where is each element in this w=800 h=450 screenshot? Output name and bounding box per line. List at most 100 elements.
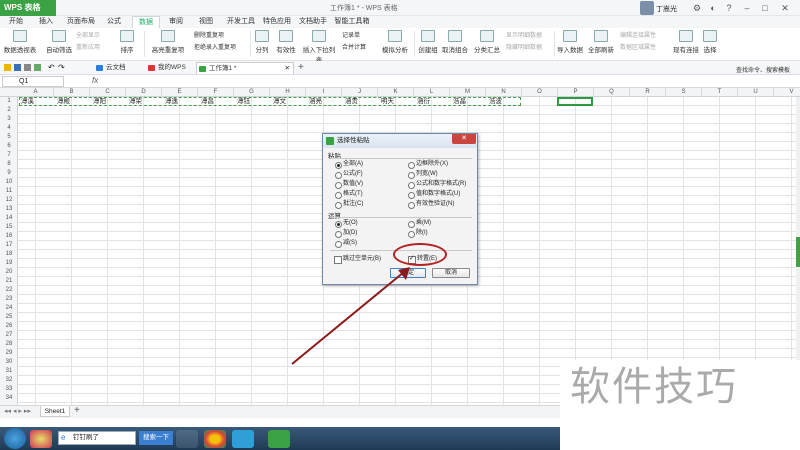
save-icon[interactable] — [14, 64, 21, 71]
row-header[interactable]: 34 — [0, 394, 18, 403]
column-header[interactable]: I — [306, 88, 342, 97]
row-header[interactable]: 25 — [0, 313, 18, 322]
row-header[interactable]: 9 — [0, 169, 18, 178]
tab-insert[interactable]: 插入 — [34, 16, 58, 28]
row-header[interactable]: 13 — [0, 205, 18, 214]
column-header[interactable]: S — [666, 88, 702, 97]
row-header[interactable]: 31 — [0, 367, 18, 376]
active-cell-q1[interactable] — [557, 97, 593, 106]
undo-icon[interactable]: ↶ — [48, 63, 55, 72]
existing-connections-button[interactable]: 现有连接 — [672, 30, 700, 58]
insert-dropdown-button[interactable]: 插入下拉列表 — [300, 30, 338, 64]
row-header[interactable]: 20 — [0, 268, 18, 277]
column-header[interactable]: Q — [594, 88, 630, 97]
chrome-like-icon[interactable] — [30, 430, 52, 448]
ungroup-button[interactable]: 取消组合 — [440, 30, 470, 58]
fx-icon[interactable]: fx — [92, 76, 98, 85]
tab-home[interactable]: 开始 — [4, 16, 28, 28]
row-header[interactable]: 24 — [0, 304, 18, 313]
row-header[interactable]: 26 — [0, 322, 18, 331]
row-header[interactable]: 10 — [0, 178, 18, 187]
column-header[interactable]: G — [234, 88, 270, 97]
column-header[interactable]: K — [378, 88, 414, 97]
wps-app-menu-button[interactable]: WPS 表格 — [0, 0, 56, 16]
column-header[interactable]: M — [450, 88, 486, 97]
column-header[interactable]: O — [522, 88, 558, 97]
column-header[interactable]: C — [90, 88, 126, 97]
tab-workbook[interactable]: 工作簿1 * ✕ — [196, 62, 294, 74]
skin-icon[interactable]: ◐ — [708, 3, 718, 13]
column-header[interactable]: F — [198, 88, 234, 97]
record-form-button[interactable]: 记录单 — [342, 32, 360, 41]
operation-multiply-radio[interactable]: 乘(M) — [407, 219, 431, 228]
row-header[interactable]: 14 — [0, 214, 18, 223]
remove-duplicates-button[interactable]: 删除重复项 — [194, 32, 224, 41]
subtotal-button[interactable]: 分类汇总 — [472, 30, 502, 58]
row-header[interactable]: 11 — [0, 187, 18, 196]
what-if-analysis-button[interactable]: 模拟分析 — [378, 30, 412, 58]
edit-link-properties-button[interactable]: 编辑连接属性 — [620, 32, 656, 41]
row-header[interactable]: 15 — [0, 223, 18, 232]
autofilter-button[interactable]: 自动筛选 — [44, 30, 74, 58]
hide-detail-button[interactable]: 隐藏明细数据 — [506, 44, 542, 53]
row-header[interactable]: 4 — [0, 124, 18, 133]
row-header[interactable]: 28 — [0, 340, 18, 349]
paste-no-border-radio[interactable]: 边框除外(X) — [407, 160, 448, 169]
avatar[interactable] — [640, 1, 654, 15]
tab-doc-assistant[interactable]: 文档助手 — [296, 16, 330, 28]
operation-add-radio[interactable]: 加(D) — [334, 229, 357, 238]
show-all-button[interactable]: 全部显示 — [76, 32, 100, 41]
tools-icon[interactable] — [176, 430, 198, 448]
operation-divide-radio[interactable]: 除(I) — [407, 229, 428, 238]
row-header[interactable]: 21 — [0, 277, 18, 286]
open-icon[interactable] — [4, 64, 11, 71]
minimize-icon[interactable]: – — [742, 3, 752, 13]
paste-validation-radio[interactable]: 有效性验证(N) — [407, 200, 454, 209]
sheet-tab-sheet1[interactable]: Sheet1 — [40, 406, 70, 417]
tab-page-layout[interactable]: 页面布局 — [64, 16, 98, 28]
split-column-button[interactable]: 分列 — [252, 30, 272, 58]
row-header[interactable]: 23 — [0, 295, 18, 304]
row-header[interactable]: 33 — [0, 385, 18, 394]
tab-formula[interactable]: 公式 — [102, 16, 126, 28]
refresh-all-button[interactable]: 全部刷新 — [586, 30, 616, 58]
print-icon[interactable] — [24, 64, 31, 71]
operation-none-radio[interactable]: 无(O) — [334, 219, 358, 228]
column-header[interactable]: R — [630, 88, 666, 97]
scrollbar-thumb[interactable] — [796, 237, 800, 267]
paste-value-number-format-radio[interactable]: 值和数字格式(U) — [407, 190, 460, 199]
column-header[interactable]: E — [162, 88, 198, 97]
close-icon[interactable]: ✕ — [780, 3, 790, 13]
browser-icon[interactable] — [232, 430, 254, 448]
paste-column-width-radio[interactable]: 列宽(W) — [407, 170, 438, 179]
print-preview-icon[interactable] — [34, 64, 41, 71]
sort-button[interactable]: 排序 — [114, 30, 140, 58]
validity-button[interactable]: 有效性 — [274, 30, 298, 58]
tab-developer[interactable]: 开发工具 — [224, 16, 258, 28]
column-header[interactable]: J — [342, 88, 378, 97]
row-header[interactable]: 29 — [0, 349, 18, 358]
help-icon[interactable]: ? — [724, 3, 734, 13]
paste-formula-number-format-radio[interactable]: 公式和数字格式(R) — [407, 180, 466, 189]
vertical-scrollbar[interactable] — [796, 97, 800, 405]
name-box[interactable]: Q1 — [2, 76, 64, 87]
tab-cloud-docs[interactable]: 云文档 — [94, 62, 144, 74]
row-header[interactable]: 27 — [0, 331, 18, 340]
row-header[interactable]: 3 — [0, 115, 18, 124]
paste-values-radio[interactable]: 数值(V) — [334, 180, 363, 189]
row-header[interactable]: 12 — [0, 196, 18, 205]
column-header[interactable]: N — [486, 88, 522, 97]
column-header[interactable]: V — [774, 88, 800, 97]
tab-review[interactable]: 审阅 — [164, 16, 188, 28]
new-tab-icon[interactable]: + — [298, 62, 304, 73]
maximize-icon[interactable]: □ — [760, 3, 770, 13]
pivot-table-button[interactable]: 数据透视表 — [2, 30, 38, 58]
reject-duplicates-button[interactable]: 拒绝录入重复项 — [194, 44, 236, 53]
paste-formula-radio[interactable]: 公式(F) — [334, 170, 363, 179]
row-header[interactable]: 22 — [0, 286, 18, 295]
show-detail-button[interactable]: 显示明细数据 — [506, 32, 542, 41]
row-header[interactable]: 18 — [0, 250, 18, 259]
row-header[interactable]: 6 — [0, 142, 18, 151]
tab-view[interactable]: 视图 — [194, 16, 218, 28]
settings-icon[interactable]: ⚙ — [692, 3, 702, 13]
